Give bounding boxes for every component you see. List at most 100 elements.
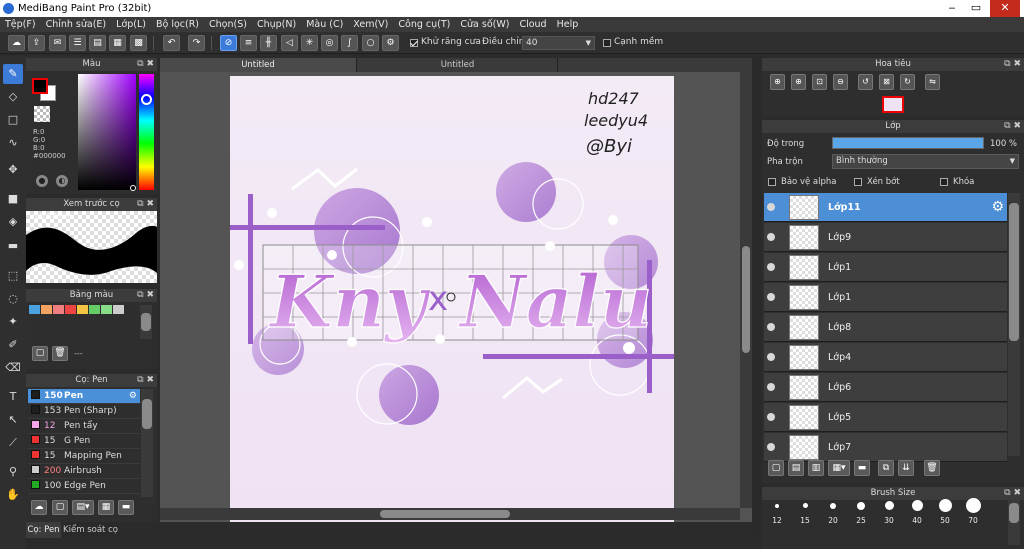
antialias-checkbox[interactable] xyxy=(410,39,418,47)
canvas-h-scroll-thumb[interactable] xyxy=(380,510,510,518)
protect-alpha-checkbox[interactable] xyxy=(768,178,776,186)
menu-help[interactable]: Help xyxy=(552,17,584,32)
menu-cloud[interactable]: Cloud xyxy=(514,17,551,32)
brush-size-preset[interactable]: 25 xyxy=(848,498,874,526)
eye-icon[interactable] xyxy=(767,413,775,421)
menu-select[interactable]: Chọn(S) xyxy=(204,17,252,32)
layer-row[interactable]: Lớp5 xyxy=(764,403,1007,432)
add-brush-menu-icon[interactable]: ▤▾ xyxy=(72,500,94,515)
rotate-right-icon[interactable]: ↻ xyxy=(900,74,915,90)
new-halftone-layer-icon[interactable]: ▤ xyxy=(788,460,804,476)
tab-document-2[interactable]: Untitled xyxy=(358,58,558,72)
palette-swatch[interactable] xyxy=(29,305,40,314)
vanishing-snap-icon[interactable]: ◁ xyxy=(281,35,298,51)
new-8bit-layer-icon[interactable]: ▥ xyxy=(808,460,824,476)
fit-window-icon[interactable]: ⊡ xyxy=(812,74,827,90)
menu-filter[interactable]: Bộ lọc(R) xyxy=(151,17,204,32)
fill-tool-icon[interactable]: ◈ xyxy=(3,212,23,232)
artwork-canvas[interactable]: Kny x Nalu hd247 leedyu4 @Byi xyxy=(160,72,752,522)
parallel-snap-icon[interactable]: ≡ xyxy=(240,35,257,51)
lock-checkbox[interactable] xyxy=(940,178,948,186)
panel-close-icon[interactable]: ⧉ ✖ xyxy=(1004,487,1021,500)
eyedropper-tool-icon[interactable]: ⚲ xyxy=(3,462,23,482)
eye-icon[interactable] xyxy=(767,233,775,241)
palette-swatch[interactable] xyxy=(113,305,124,314)
eye-icon[interactable] xyxy=(767,203,775,211)
layer-row[interactable]: Lớp6 xyxy=(764,373,1007,402)
grid-icon[interactable]: ▩ xyxy=(130,35,147,51)
brush-item-pen[interactable]: 150Pen ⚙ xyxy=(28,389,140,404)
panel-close-icon[interactable]: ⧉ ✖ xyxy=(137,289,154,302)
layer-row[interactable]: Lớp9 xyxy=(764,223,1007,252)
select-tool-icon[interactable]: ⬚ xyxy=(3,266,23,286)
radial-snap-icon[interactable]: ✳ xyxy=(301,35,318,51)
zoom-in-icon[interactable]: ⊕ xyxy=(770,74,785,90)
delete-layer-icon[interactable]: 🗑 xyxy=(924,460,940,476)
brush-size-scrollbar[interactable] xyxy=(1008,500,1020,545)
brush-properties-icon[interactable]: ▦ xyxy=(98,500,114,515)
gear-icon[interactable]: ⚙ xyxy=(991,199,1004,215)
panel-close-icon[interactable]: ⧉ ✖ xyxy=(1004,120,1021,133)
operation-tool-icon[interactable]: ↖ xyxy=(3,410,23,430)
menu-file[interactable]: Tệp(F) xyxy=(0,17,41,32)
cloud-icon[interactable]: ☁ xyxy=(8,35,25,51)
opacity-slider[interactable] xyxy=(832,137,984,149)
dot-tool-icon[interactable]: □ xyxy=(3,110,23,130)
redo-icon[interactable]: ↷ xyxy=(188,35,205,51)
select-pen-icon[interactable]: ✐ xyxy=(3,335,23,355)
layer-row[interactable]: Lớp7 xyxy=(764,433,1007,462)
new-brush-icon[interactable]: ▢ xyxy=(52,500,68,515)
canvas-v-scrollbar[interactable] xyxy=(740,72,752,508)
brush-item-mapping-pen[interactable]: 15 Mapping Pen xyxy=(28,449,140,464)
share-icon[interactable]: ⇪ xyxy=(28,35,45,51)
layer-list-scrollbar[interactable] xyxy=(1008,193,1020,456)
divide-tool-icon[interactable]: ⟋ xyxy=(3,433,23,453)
gear-icon[interactable]: ⚙ xyxy=(129,389,137,404)
brush-scroll-thumb[interactable] xyxy=(142,399,152,429)
brush-item-g-pen[interactable]: 15 G Pen xyxy=(28,434,140,449)
brush-size-preset[interactable]: 50 xyxy=(932,498,958,526)
brush-size-preset[interactable]: 12 xyxy=(764,498,790,526)
palette-swatch[interactable] xyxy=(89,305,100,314)
splitter[interactable] xyxy=(752,58,762,538)
tab-brush[interactable]: Cọ: Pen xyxy=(26,522,61,538)
clipping-checkbox[interactable] xyxy=(854,178,862,186)
circle-snap-icon[interactable]: ◎ xyxy=(321,35,338,51)
delete-palette-icon[interactable]: 🗑 xyxy=(52,346,68,361)
reset-view-icon[interactable]: ⊠ xyxy=(879,74,894,90)
brush-folder-icon[interactable]: ▬ xyxy=(118,500,134,515)
curve-snap-icon[interactable]: ∫ xyxy=(341,35,358,51)
eye-icon[interactable] xyxy=(767,443,775,451)
menu-window[interactable]: Cửa số(W) xyxy=(455,17,514,32)
new-folder-icon[interactable]: ▬ xyxy=(854,460,870,476)
layer-row[interactable]: Lớp4 xyxy=(764,343,1007,372)
menu-layer[interactable]: Lớp(L) xyxy=(111,17,151,32)
brush-item-airbrush[interactable]: 200 Airbrush xyxy=(28,464,140,479)
canvas-v-scroll-thumb[interactable] xyxy=(742,246,750,353)
gradient-tool-icon[interactable]: ▬ xyxy=(3,236,23,256)
hand-tool-icon[interactable]: ✋ xyxy=(3,485,23,505)
brush-size-preset[interactable]: 20 xyxy=(820,498,846,526)
eye-icon[interactable] xyxy=(767,263,775,271)
new-layer-icon[interactable]: ▢ xyxy=(768,460,784,476)
snap-off-icon[interactable]: ⊘ xyxy=(220,35,237,51)
blur-tool-icon[interactable]: ∿ xyxy=(3,133,23,153)
document-icon[interactable]: ▤ xyxy=(89,35,106,51)
menu-snap[interactable]: Chụp(N) xyxy=(252,17,301,32)
brush-item-pen-sharp[interactable]: 153 Pen (Sharp) xyxy=(28,404,140,419)
brush-size-preset[interactable]: 40 xyxy=(904,498,930,526)
brush-size-preset[interactable]: 15 xyxy=(792,498,818,526)
minimize-button[interactable]: ‒ xyxy=(940,0,964,17)
transparent-color-swatch[interactable] xyxy=(34,106,50,122)
brush-size-preset[interactable]: 70 xyxy=(960,498,986,526)
zoom-actual-icon[interactable]: ⊕ xyxy=(791,74,806,90)
merge-down-icon[interactable]: ⇊ xyxy=(898,460,914,476)
tab-brush-control[interactable]: Kiểm soát cọ xyxy=(62,522,119,538)
brush-tool-icon[interactable]: ✎ xyxy=(3,64,23,84)
palette-scrollbar[interactable] xyxy=(140,305,152,339)
panel-close-icon[interactable]: ⧉ ✖ xyxy=(1004,58,1021,71)
menu-tools[interactable]: Công cụ(T) xyxy=(393,17,455,32)
palette-swatch[interactable] xyxy=(53,305,64,314)
material-icon[interactable]: ▦ xyxy=(109,35,126,51)
palette-swatch[interactable] xyxy=(101,305,112,314)
